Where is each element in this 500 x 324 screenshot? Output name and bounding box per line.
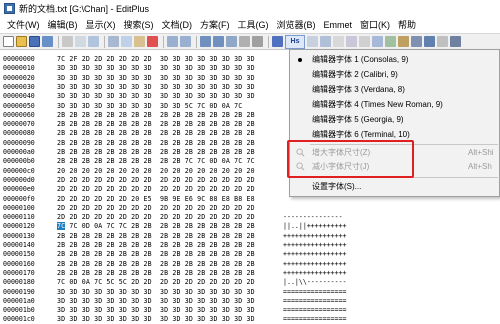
menu-file[interactable]: 文件(W): [3, 17, 44, 33]
decrease-font-size-shortcut: Alt+Sh: [468, 162, 492, 171]
font-menu-item-3[interactable]: 编辑器字体 3 (Verdana, 8): [290, 83, 500, 96]
undo-icon[interactable]: [167, 36, 178, 47]
font-menu-item-5[interactable]: 编辑器字体 5 (Georgia, 9): [290, 113, 500, 126]
menu-view[interactable]: 显示(X): [82, 17, 120, 33]
window-title: 新的文档.txt [G:\Chan] - EditPlus: [19, 4, 150, 14]
menu-help[interactable]: 帮助: [394, 17, 420, 33]
line-number-icon[interactable]: [320, 36, 331, 47]
column-select-icon[interactable]: [333, 36, 344, 47]
font-size-icon[interactable]: [272, 36, 283, 47]
font-menu-item-1[interactable]: 编辑器字体 1 (Consolas, 9): [290, 53, 500, 66]
wrap-icon[interactable]: [252, 36, 263, 47]
menu-bar: 文件(W) 编辑(B) 显示(X) 搜索(S) 文档(D) 方案(F) 工具(G…: [0, 17, 500, 33]
toolbar-separator: [58, 35, 59, 48]
menu-search[interactable]: 搜索(S): [120, 17, 158, 33]
font-menu-item-2[interactable]: 编辑器字体 2 (Calibri, 9): [290, 68, 500, 81]
hex-view-button[interactable]: Hs: [285, 34, 305, 49]
toolbar-separator: [196, 35, 197, 48]
menu-browser[interactable]: 浏览器(B): [273, 17, 320, 33]
print-preview-icon[interactable]: [75, 36, 86, 47]
increase-font-size-shortcut: Alt+Shi: [468, 148, 494, 157]
editplus-app-icon: [4, 3, 15, 14]
paste-icon[interactable]: [134, 36, 145, 47]
font-menu-item-label: 编辑器字体 3 (Verdana, 8): [312, 85, 405, 94]
toolbar: Hs: [0, 33, 500, 50]
cut-icon[interactable]: [108, 36, 119, 47]
menu-document[interactable]: 文档(D): [158, 17, 197, 33]
help-icon[interactable]: [450, 36, 461, 47]
font-menu-item-label: 编辑器字体 2 (Calibri, 9): [312, 70, 398, 79]
redo-icon[interactable]: [180, 36, 191, 47]
cliptext-icon[interactable]: [359, 36, 370, 47]
goto-icon[interactable]: [226, 36, 237, 47]
hex-row: 000001c0 3D 3D 3D 3D 3D 3D 3D 3D 3D 3D 3D…: [0, 314, 500, 324]
menu-tools[interactable]: 工具(G): [234, 17, 273, 33]
tile-icon[interactable]: [424, 36, 435, 47]
ruler-icon[interactable]: [307, 36, 318, 47]
spell-check-icon[interactable]: [88, 36, 99, 47]
fullscreen-icon[interactable]: [437, 36, 448, 47]
open-folder-icon[interactable]: [16, 36, 27, 47]
hex-bytes-rest: 7C 0D 0A 7C 7C 2B 2B 2B 2B 2B 2B 2B 2B 2…: [65, 222, 255, 231]
font-menu-item-label: 编辑器字体 4 (Times New Roman, 9): [312, 100, 443, 109]
hex-address: 000001c0: [3, 315, 35, 324]
save-icon[interactable]: [29, 36, 40, 47]
font-menu-item-label: 编辑器字体 1 (Consolas, 9): [312, 55, 409, 64]
highlight-annotation-box: [287, 140, 414, 178]
font-menu-item-label: 编辑器字体 5 (Georgia, 9): [312, 115, 404, 124]
toolbar-separator: [268, 35, 269, 48]
print-icon[interactable]: [62, 36, 73, 47]
directory-icon[interactable]: [372, 36, 383, 47]
title-bar: 新的文档.txt [G:\Chan] - EditPlus: [0, 0, 500, 17]
selected-byte: 7C: [57, 222, 66, 231]
menu-edit[interactable]: 编辑(B): [44, 17, 82, 33]
menu-emmet[interactable]: Emmet: [320, 17, 357, 33]
set-font-item[interactable]: 设置字体(S)...: [290, 180, 500, 193]
font-menu-item-4[interactable]: 编辑器字体 4 (Times New Roman, 9): [290, 98, 500, 111]
output-icon[interactable]: [398, 36, 409, 47]
toolbar-separator: [163, 35, 164, 48]
hex-ascii: ================: [283, 315, 347, 324]
hex-bytes: 3D 3D 3D 3D 3D 3D 3D 3D 3D 3D 3D 3D 3D 3…: [57, 315, 255, 324]
set-font-label: 设置字体(S)...: [312, 182, 362, 191]
delete-icon[interactable]: [147, 36, 158, 47]
copy-icon[interactable]: [121, 36, 132, 47]
menu-project[interactable]: 方案(F): [196, 17, 234, 33]
whitespace-icon[interactable]: [346, 36, 357, 47]
new-file-icon[interactable]: [3, 36, 14, 47]
browser-icon[interactable]: [385, 36, 396, 47]
find-icon[interactable]: [200, 36, 211, 47]
menu-window[interactable]: 窗口(K): [356, 17, 394, 33]
replace-icon[interactable]: [213, 36, 224, 47]
checked-bullet-icon: [298, 58, 302, 62]
window-list-icon[interactable]: [411, 36, 422, 47]
indent-icon[interactable]: [239, 36, 250, 47]
toolbar-separator: [104, 35, 105, 48]
save-all-icon[interactable]: [42, 36, 53, 47]
